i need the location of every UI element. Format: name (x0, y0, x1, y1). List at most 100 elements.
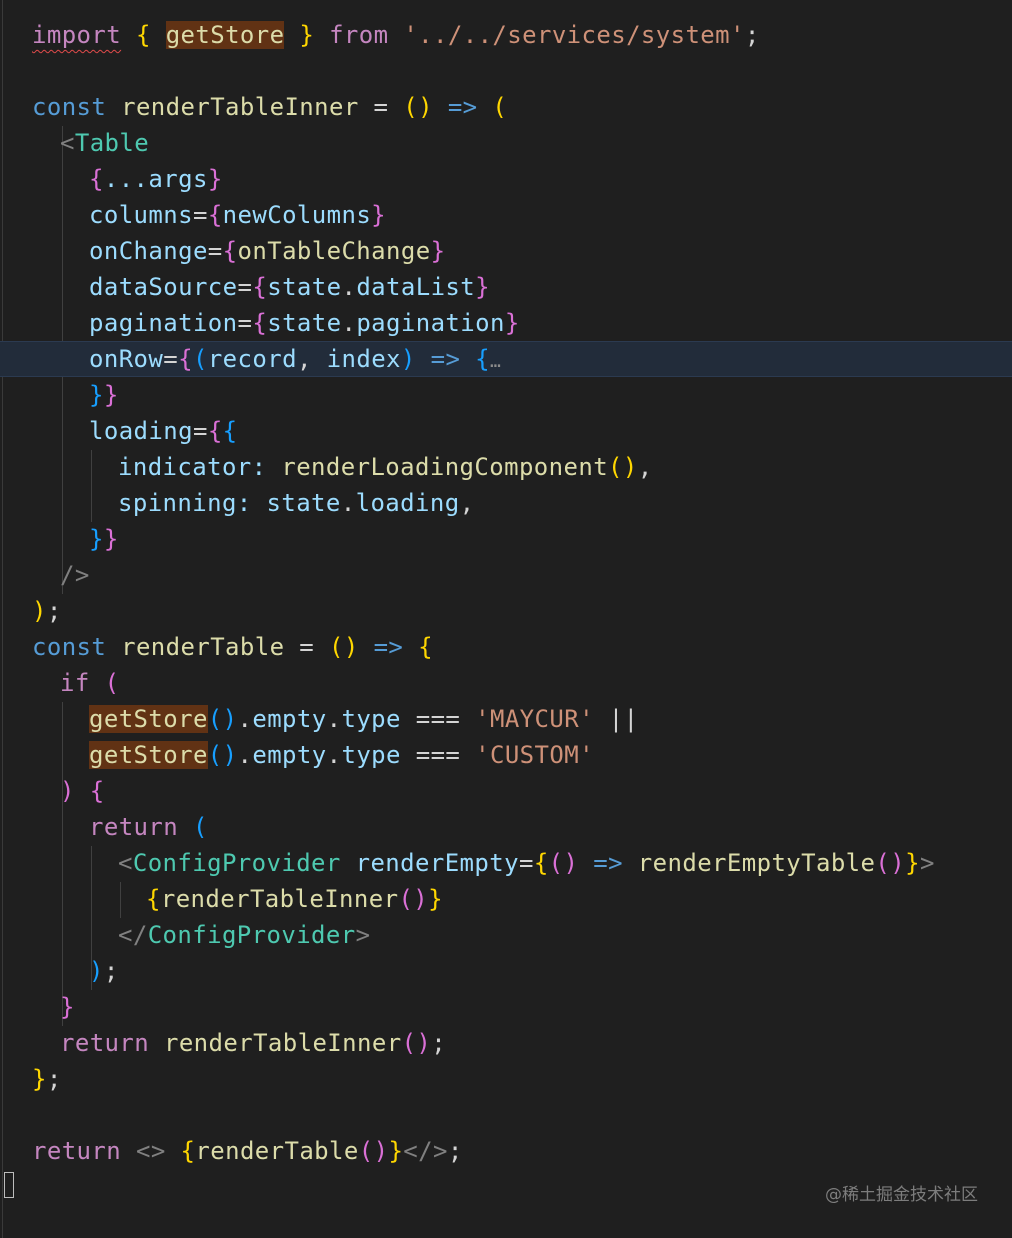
code-line[interactable]: import { getStore } from '../../services… (0, 17, 1012, 53)
code-line[interactable]: ); (0, 593, 1012, 629)
code-token: . (341, 309, 357, 337)
code-text: dataSource={state.dataList} (89, 269, 490, 305)
code-token: const (32, 633, 107, 661)
code-line[interactable]: return ( (0, 809, 1012, 845)
code-token: getStore (165, 21, 285, 49)
code-line[interactable]: }} (0, 521, 1012, 557)
code-text: <Table (60, 125, 149, 161)
code-line[interactable]: pagination={state.pagination} (0, 305, 1012, 341)
code-token: : (236, 489, 267, 517)
code-line[interactable]: }} (0, 377, 1012, 413)
code-token: . (237, 705, 253, 733)
code-token: 'CUSTOM' (475, 741, 594, 769)
code-text: return renderTableInner(); (60, 1025, 446, 1061)
code-token: () (358, 1137, 389, 1165)
code-token: , (296, 345, 327, 373)
code-token: ) (400, 345, 416, 373)
code-token: ( (104, 669, 120, 697)
code-token: loading (355, 489, 460, 517)
code-token: . (237, 741, 253, 769)
code-line[interactable]: onChange={onTableChange} (0, 233, 1012, 269)
code-token: () (548, 849, 579, 877)
code-token: indicator (118, 453, 252, 481)
code-line[interactable]: indicator: renderLoadingComponent(), (0, 449, 1012, 485)
fold-ellipsis-icon[interactable]: … (490, 351, 501, 372)
code-token: . (340, 489, 356, 517)
code-token: return (60, 1029, 150, 1057)
code-line[interactable]: const renderTableInner = () => ( (0, 89, 1012, 125)
code-line[interactable]: getStore().empty.type === 'MAYCUR' || (0, 701, 1012, 737)
code-text: if ( (60, 665, 119, 701)
code-token: } (60, 993, 75, 1021)
code-line[interactable]: return <> {renderTable()}</>; (0, 1133, 1012, 1169)
code-line[interactable]: spinning: state.loading, (0, 485, 1012, 521)
code-token: } (103, 525, 119, 553)
code-token: ) (32, 597, 47, 625)
code-editor[interactable]: import { getStore } from '../../services… (0, 0, 1012, 1238)
code-token: : (251, 453, 282, 481)
code-line[interactable]: columns={newColumns} (0, 197, 1012, 233)
code-token: return (32, 1137, 122, 1165)
code-token: = (192, 201, 208, 229)
code-token: => (593, 849, 623, 877)
code-token: renderTableInner (160, 885, 399, 913)
code-token: } (428, 885, 444, 913)
code-token: { (207, 417, 223, 445)
code-line[interactable]: const renderTable = () => { (0, 629, 1012, 665)
code-token: pagination (356, 309, 505, 337)
code-line[interactable]: {...args} (0, 161, 1012, 197)
code-token: index (326, 345, 401, 373)
code-token: renderTableInner (121, 93, 359, 121)
code-line[interactable]: onRow={(record, index) => {… (0, 341, 1012, 377)
code-token: < (60, 129, 75, 157)
code-token: () (329, 633, 359, 661)
code-line[interactable]: ) { (0, 773, 1012, 809)
code-token: () (398, 885, 429, 913)
code-token: () (875, 849, 906, 877)
code-line[interactable]: </ConfigProvider> (0, 917, 1012, 953)
code-token: } (430, 237, 446, 265)
code-line[interactable]: <ConfigProvider renderEmpty={() => rende… (0, 845, 1012, 881)
code-token: state (267, 273, 342, 301)
code-token: renderTable (121, 633, 285, 661)
code-token: record (207, 345, 297, 373)
code-token: from (329, 21, 389, 49)
code-text: getStore().empty.type === 'MAYCUR' || (89, 701, 638, 737)
code-line[interactable]: } (0, 989, 1012, 1025)
code-token: onChange (89, 237, 208, 265)
code-token: { (533, 849, 549, 877)
code-line[interactable]: if ( (0, 665, 1012, 701)
code-token: ; (447, 1137, 463, 1165)
code-line[interactable]: return renderTableInner(); (0, 1025, 1012, 1061)
code-line[interactable]: <Table (0, 125, 1012, 161)
code-line[interactable]: }; (0, 1061, 1012, 1097)
code-text: spinning: state.loading, (118, 485, 474, 521)
code-line[interactable]: getStore().empty.type === 'CUSTOM' (0, 737, 1012, 773)
code-token: . (326, 741, 342, 769)
code-token: pagination (89, 309, 238, 337)
code-line[interactable]: {renderTableInner()} (0, 881, 1012, 917)
code-line[interactable]: ); (0, 953, 1012, 989)
code-token: => (373, 633, 404, 661)
code-token: = (207, 237, 223, 265)
code-token: ; (103, 957, 119, 985)
code-token: { (178, 345, 193, 373)
code-line[interactable]: /> (0, 557, 1012, 593)
code-line[interactable]: loading={{ (0, 413, 1012, 449)
code-line[interactable]: dataSource={state.dataList} (0, 269, 1012, 305)
code-token: { (207, 201, 223, 229)
code-token: dataSource (89, 273, 238, 301)
